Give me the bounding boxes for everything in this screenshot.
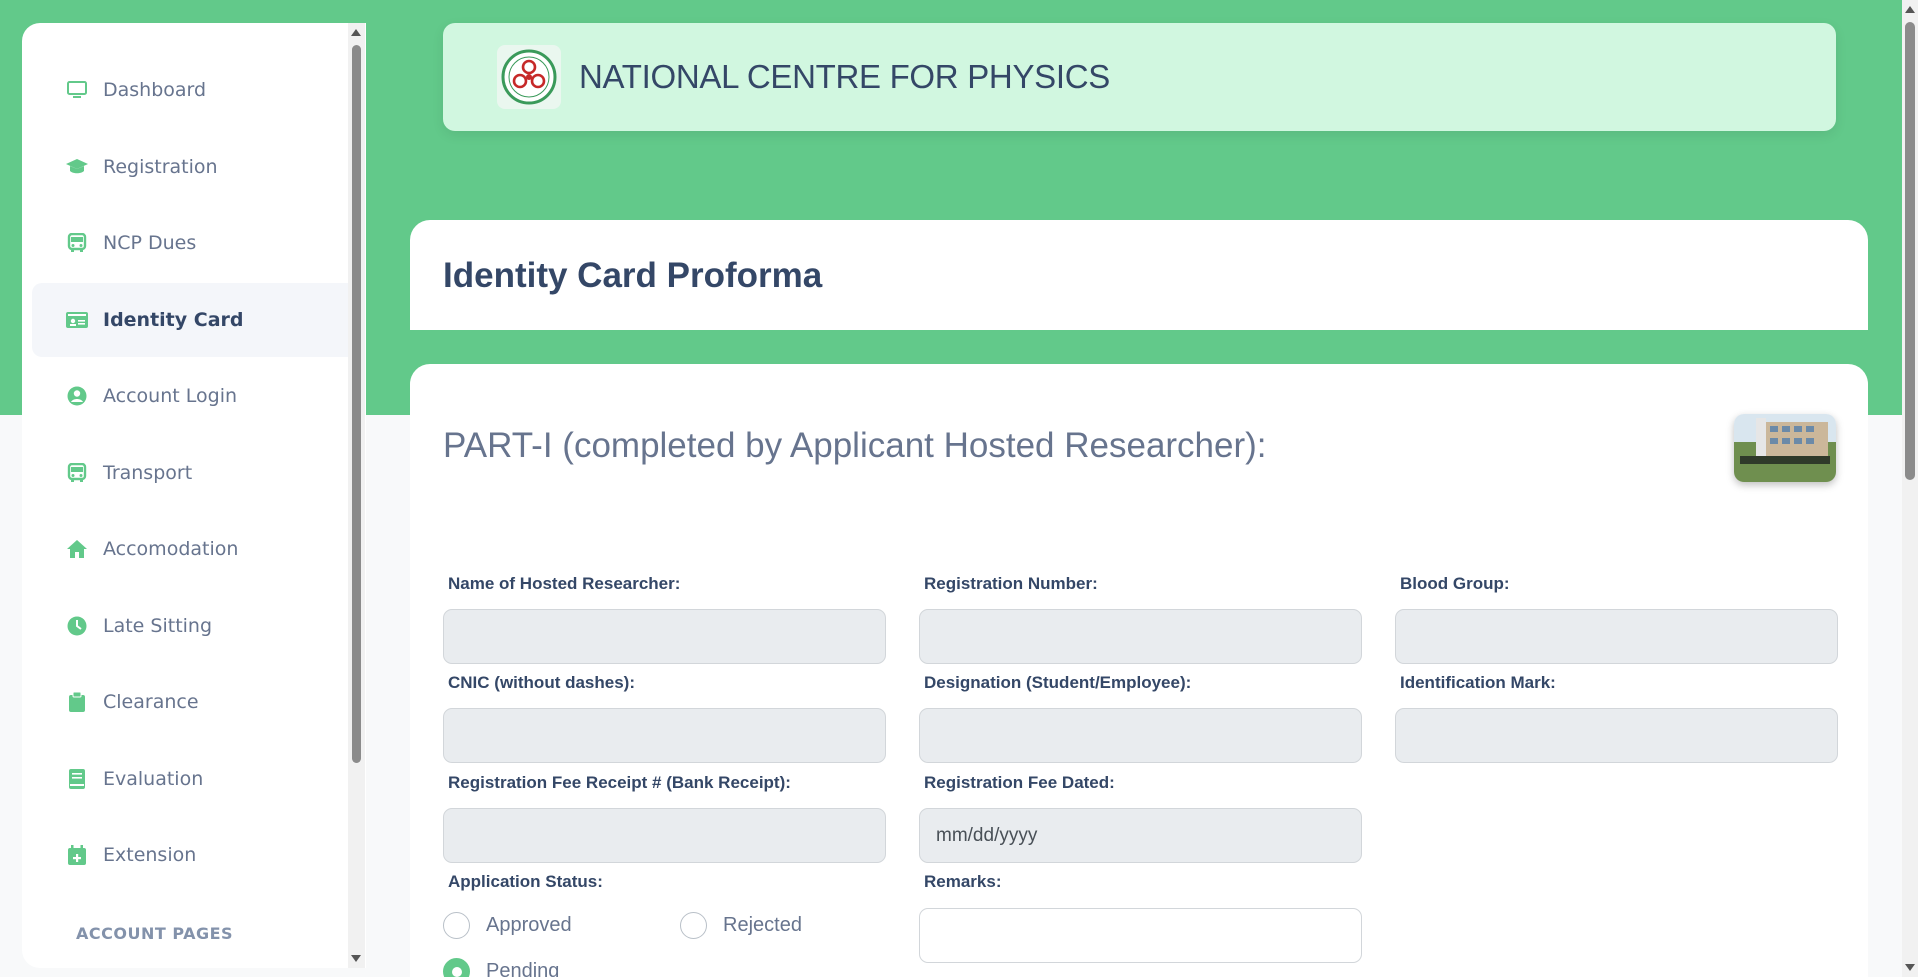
remarks-field[interactable] bbox=[919, 908, 1362, 963]
radio-label: Rejected bbox=[723, 914, 802, 936]
sidebar-item-label: Dashboard bbox=[103, 79, 207, 101]
sidebar-item-label: Identity Card bbox=[103, 308, 244, 331]
fee-receipt-field[interactable] bbox=[443, 808, 886, 863]
sidebar-item-dashboard[interactable]: Dashboard bbox=[32, 53, 358, 127]
registration-number-label: Registration Number: bbox=[924, 574, 1098, 593]
name-label: Name of Hosted Researcher: bbox=[448, 574, 681, 593]
proforma-form: PART-I (completed by Applicant Hosted Re… bbox=[410, 364, 1868, 977]
book-icon bbox=[65, 767, 89, 791]
page-title: Identity Card Proforma bbox=[443, 256, 823, 295]
sidebar-item-extension[interactable]: Extension bbox=[32, 818, 358, 892]
registration-number-field[interactable] bbox=[919, 609, 1362, 664]
sidebar-item-label: Extension bbox=[103, 844, 197, 866]
designation-field[interactable] bbox=[919, 708, 1362, 763]
scroll-down-icon[interactable] bbox=[1905, 964, 1915, 971]
sidebar-item-label: Account Login bbox=[103, 385, 238, 407]
cnic-label: CNIC (without dashes): bbox=[448, 673, 635, 692]
sidebar: Dashboard Registration NCP Dues Identity… bbox=[22, 23, 366, 968]
clipboard-icon bbox=[65, 690, 89, 714]
page-scrollbar[interactable] bbox=[1902, 0, 1918, 977]
radio-circle[interactable] bbox=[443, 912, 470, 939]
fee-dated-field[interactable]: mm/dd/yyyy bbox=[919, 808, 1362, 863]
clock-icon bbox=[65, 614, 89, 638]
sidebar-item-label: Late Sitting bbox=[103, 614, 213, 637]
scroll-up-icon[interactable] bbox=[351, 29, 361, 36]
status-approved-radio[interactable]: Approved bbox=[443, 912, 572, 939]
radio-label: Pending bbox=[486, 960, 560, 977]
id-card-icon bbox=[65, 308, 89, 332]
blood-group-field[interactable] bbox=[1395, 609, 1838, 664]
blood-group-label: Blood Group: bbox=[1400, 574, 1510, 593]
status-rejected-radio[interactable]: Rejected bbox=[680, 912, 802, 939]
sidebar-item-label: Transport bbox=[103, 461, 193, 484]
scroll-down-icon[interactable] bbox=[351, 955, 361, 962]
site-header: NATIONAL CENTRE FOR PHYSICS bbox=[443, 23, 1836, 131]
sidebar-item-label: NCP Dues bbox=[103, 232, 197, 254]
sidebar-item-transport[interactable]: Transport bbox=[32, 436, 358, 510]
sidebar-section-title: ACCOUNT PAGES bbox=[76, 924, 234, 943]
sidebar-nav: Dashboard Registration NCP Dues Identity… bbox=[32, 53, 358, 943]
identification-mark-label: Identification Mark: bbox=[1400, 673, 1556, 692]
application-status-label: Application Status: bbox=[448, 872, 603, 891]
sidebar-item-account-login[interactable]: Account Login bbox=[32, 359, 358, 433]
fee-dated-label: Registration Fee Dated: bbox=[924, 773, 1115, 792]
cnic-field[interactable] bbox=[443, 708, 886, 763]
designation-label: Designation (Student/Employee): bbox=[924, 673, 1192, 692]
sidebar-item-label: Accomodation bbox=[103, 538, 239, 560]
graduation-cap-icon bbox=[65, 155, 89, 179]
sidebar-item-evaluation[interactable]: Evaluation bbox=[32, 742, 358, 816]
site-title: NATIONAL CENTRE FOR PHYSICS bbox=[579, 58, 1110, 95]
remarks-label: Remarks: bbox=[924, 872, 1002, 891]
page-scrollbar-thumb[interactable] bbox=[1905, 22, 1915, 480]
radio-circle[interactable] bbox=[680, 912, 707, 939]
part-title: PART-I (completed by Applicant Hosted Re… bbox=[443, 426, 1267, 465]
sidebar-scrollbar[interactable] bbox=[348, 23, 365, 968]
calendar-plus-icon bbox=[65, 843, 89, 867]
ncp-logo[interactable] bbox=[497, 45, 561, 109]
monitor-icon bbox=[65, 78, 89, 102]
sidebar-item-label: Registration bbox=[103, 155, 218, 178]
sidebar-scrollbar-thumb[interactable] bbox=[352, 45, 361, 763]
sidebar-item-accomodation[interactable]: Accomodation bbox=[32, 512, 358, 586]
radio-circle[interactable] bbox=[443, 958, 470, 977]
fee-receipt-label: Registration Fee Receipt # (Bank Receipt… bbox=[448, 773, 791, 792]
sidebar-item-label: Evaluation bbox=[103, 767, 204, 790]
status-pending-radio[interactable]: Pending bbox=[443, 958, 559, 977]
radio-label: Approved bbox=[486, 914, 572, 936]
home-icon bbox=[65, 537, 89, 561]
bus-icon bbox=[65, 461, 89, 485]
sidebar-item-registration[interactable]: Registration bbox=[32, 130, 358, 204]
sidebar-item-identity-card[interactable]: Identity Card bbox=[32, 282, 358, 357]
identification-mark-field[interactable] bbox=[1395, 708, 1838, 763]
scroll-up-icon[interactable] bbox=[1905, 6, 1915, 13]
page-title-card: Identity Card Proforma bbox=[410, 220, 1868, 330]
sidebar-item-clearance[interactable]: Clearance bbox=[32, 665, 358, 739]
sidebar-item-ncp-dues[interactable]: NCP Dues bbox=[32, 206, 358, 280]
user-circle-icon bbox=[65, 384, 89, 408]
sidebar-item-label: Clearance bbox=[103, 691, 199, 713]
applicant-photo[interactable] bbox=[1734, 414, 1836, 482]
bus-icon bbox=[65, 231, 89, 255]
sidebar-item-late-sitting[interactable]: Late Sitting bbox=[32, 589, 358, 663]
name-field[interactable] bbox=[443, 609, 886, 664]
